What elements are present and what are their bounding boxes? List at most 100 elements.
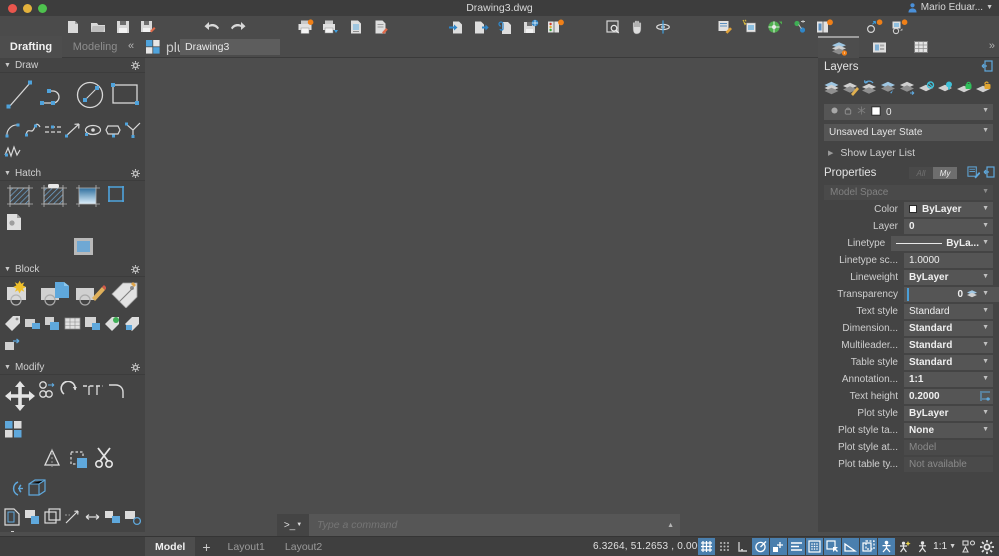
scale-tool[interactable] <box>69 447 90 474</box>
tab-layout1[interactable]: Layout1 <box>218 537 275 556</box>
join-tool[interactable] <box>3 475 25 502</box>
extend-tool[interactable] <box>63 506 82 527</box>
gear-icon[interactable] <box>131 169 140 181</box>
insert-block-tool[interactable] <box>38 279 72 309</box>
purge-tool[interactable] <box>3 528 22 532</box>
hatch-setorigin-tool[interactable] <box>67 236 100 258</box>
polyline-tool[interactable] <box>38 75 72 115</box>
section-header-block[interactable]: ▼ Block <box>0 262 145 277</box>
block-shield-tool[interactable] <box>123 313 142 334</box>
define-attribute-tool[interactable] <box>108 279 142 309</box>
fillet-tool[interactable] <box>106 377 127 404</box>
drawing-canvas[interactable] <box>145 58 818 532</box>
offset-tool[interactable] <box>3 506 22 527</box>
layer-properties-button[interactable] <box>822 78 841 98</box>
lineweight-toggle[interactable] <box>806 538 824 555</box>
snap-mode-toggle[interactable] <box>716 538 733 555</box>
tile-grid-icon[interactable] <box>146 40 160 54</box>
prop-color-field[interactable]: ByLayer ▼ <box>904 201 993 217</box>
transparency-layers-button[interactable] <box>964 287 979 301</box>
drawing-tab-drawing3[interactable]: Drawing3 <box>180 39 280 55</box>
prop-transparency-field[interactable]: 0 ▼ <box>904 286 999 302</box>
hatch-tool[interactable] <box>3 183 36 210</box>
filter-my-button[interactable]: My <box>933 167 957 179</box>
chevron-double-left-icon[interactable]: « <box>128 40 134 52</box>
annotation-visibility-toggle[interactable] <box>878 538 896 555</box>
prop-dimension-style-field[interactable]: Standard ▼ <box>904 320 993 336</box>
edit-poly-tool[interactable] <box>123 506 142 527</box>
layer-off-button[interactable] <box>936 78 955 98</box>
layer-edit-button[interactable] <box>841 78 860 98</box>
circle-tool[interactable] <box>73 75 107 115</box>
quick-properties-button[interactable] <box>712 17 737 36</box>
popout-panel-icon[interactable] <box>981 60 993 75</box>
block-add-tool[interactable] <box>83 313 102 334</box>
chevron-down-icon[interactable]: ▼ <box>982 290 989 297</box>
open-drawing-button[interactable] <box>85 17 110 36</box>
selection-cycling-toggle[interactable] <box>824 538 842 555</box>
workspace-switch-button[interactable] <box>960 538 977 555</box>
block-redefine-tool[interactable] <box>3 335 22 356</box>
line-tool[interactable] <box>3 75 37 115</box>
block-sync-tool[interactable] <box>103 313 122 334</box>
import-button[interactable] <box>443 17 468 36</box>
polygon-tool[interactable] <box>103 119 122 140</box>
show-layer-list-toggle[interactable]: ▶ Show Layer List <box>818 144 999 162</box>
chamfer-tool[interactable] <box>26 475 48 502</box>
popout-panel-icon[interactable] <box>983 166 995 182</box>
array-tool[interactable] <box>3 416 24 443</box>
plot-preview-button[interactable] <box>343 17 368 36</box>
coordinate-readout[interactable]: 6.3264, 51.2653 , 0.0000 <box>593 541 709 552</box>
prop-text-height-field[interactable]: 0.2000 <box>904 388 979 404</box>
chevron-down-icon[interactable]: ▼ <box>949 543 956 550</box>
move-tool[interactable] <box>3 377 36 415</box>
attach-button[interactable] <box>493 17 518 36</box>
chevron-down-icon[interactable]: ▼ <box>982 107 989 114</box>
layer-lock-button[interactable] <box>955 78 974 98</box>
prop-multileader-field[interactable]: Standard ▼ <box>904 337 993 353</box>
zoom-window-button[interactable] <box>600 17 625 36</box>
layer-unlock-button[interactable] <box>974 78 993 98</box>
prop-layer-field[interactable]: 0 ▼ <box>904 218 993 234</box>
tab-drafting[interactable]: Drafting <box>0 36 62 58</box>
section-header-hatch[interactable]: ▼ Hatch <box>0 166 145 181</box>
block-base-tool[interactable] <box>23 313 42 334</box>
hatch-edit-tool[interactable] <box>37 183 70 210</box>
block-table-tool[interactable] <box>63 313 82 334</box>
object-snap-toggle[interactable] <box>770 538 788 555</box>
redo-button[interactable] <box>225 17 250 36</box>
prop-plot-style-table-field[interactable]: None ▼ <box>904 422 993 438</box>
section-header-draw[interactable]: ▼ Draw <box>0 58 145 73</box>
arc-tool[interactable] <box>3 119 22 140</box>
slider-handle[interactable] <box>907 287 909 301</box>
tab-layout2[interactable]: Layout2 <box>275 537 332 556</box>
trim-tool[interactable] <box>81 377 105 404</box>
filter-all-button[interactable]: All <box>909 167 933 179</box>
wipeout-tool[interactable] <box>3 211 25 232</box>
current-layer-selector[interactable]: 0 ▼ <box>824 104 993 120</box>
chevron-double-right-icon[interactable]: » <box>989 40 995 52</box>
render-button[interactable] <box>762 17 787 36</box>
gradient-tool[interactable] <box>71 183 104 210</box>
autoscale-toggle[interactable] <box>896 538 913 555</box>
purge-button[interactable] <box>862 17 887 36</box>
customization-settings-button[interactable] <box>978 538 995 555</box>
command-input[interactable] <box>309 514 680 536</box>
padlock-icon[interactable] <box>844 106 852 118</box>
batch-plot-button[interactable] <box>318 17 343 36</box>
export-button[interactable] <box>468 17 493 36</box>
pan-button[interactable] <box>625 17 650 36</box>
lightbulb-icon[interactable] <box>830 106 839 118</box>
tab-modeling[interactable]: Modeling <box>62 36 128 58</box>
layer-state-selector[interactable]: Unsaved Layer State ▼ <box>824 124 993 141</box>
command-prompt-button[interactable]: >_ ▼ <box>277 514 309 536</box>
user-account-menu[interactable]: Mario Eduar... ▼ <box>907 2 993 13</box>
snowflake-icon[interactable] <box>857 106 866 118</box>
save-web-button[interactable] <box>518 17 543 36</box>
rotate-tool[interactable] <box>59 377 80 404</box>
prop-lineweight-field[interactable]: ByLayer ▼ <box>904 269 993 285</box>
match-properties-button[interactable] <box>737 17 762 36</box>
spline-tool[interactable] <box>23 119 42 140</box>
pick-text-height-button[interactable] <box>979 388 993 404</box>
triangle-up-icon[interactable]: ▲ <box>667 522 674 529</box>
